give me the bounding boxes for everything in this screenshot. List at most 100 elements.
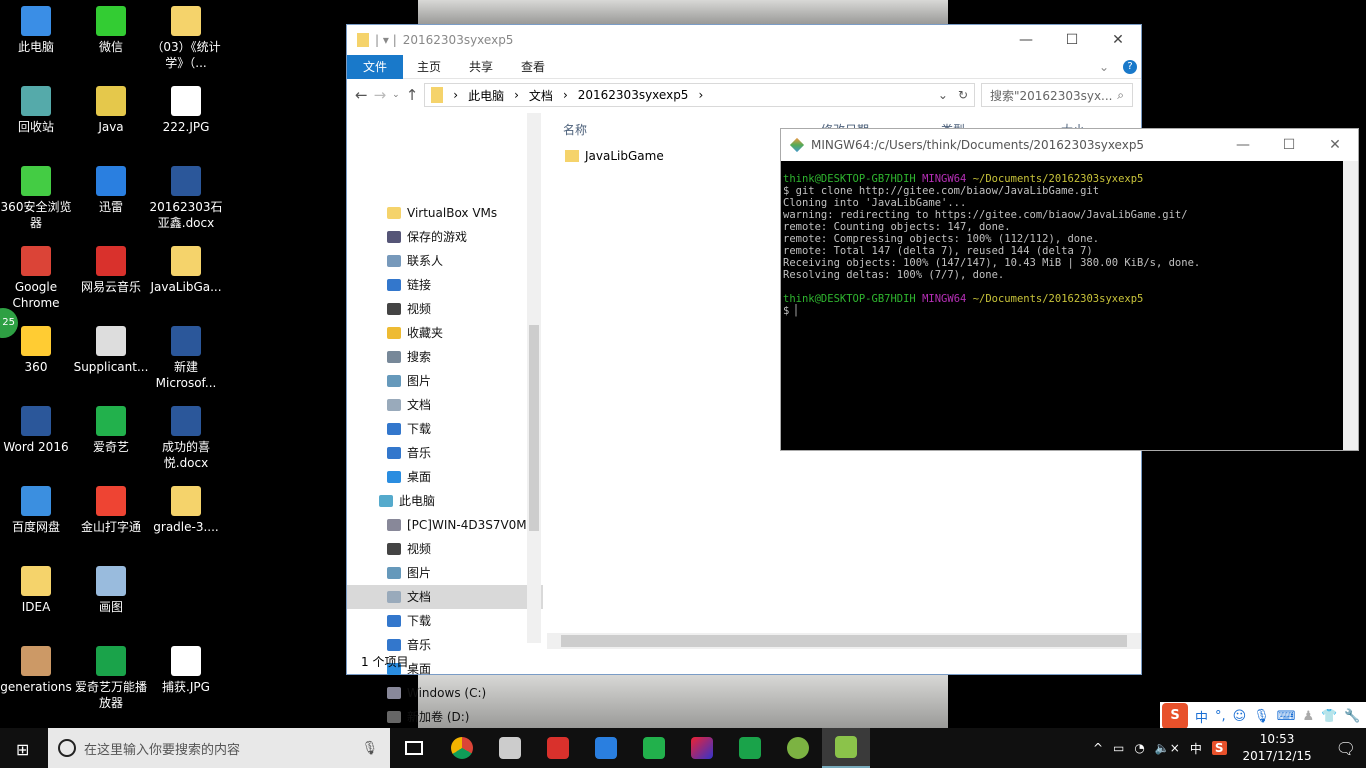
desktop-icon[interactable]: 成功的喜悦.docx xyxy=(148,406,224,471)
desktop-icon[interactable]: 20162303石亚鑫.docx xyxy=(148,166,224,231)
desktop-icon[interactable]: 爱奇艺万能播放器 xyxy=(73,646,149,711)
address-bar[interactable]: › 此电脑 › 文档 › 20162303syxexp5 › ⌄ ↻ xyxy=(424,83,975,107)
nav-item[interactable]: 视频 xyxy=(347,297,543,321)
desktop-icon[interactable]: 回收站 xyxy=(0,86,74,135)
nav-item[interactable]: VirtualBox VMs xyxy=(347,201,543,225)
tab-view[interactable]: 查看 xyxy=(507,55,559,79)
iqiyi-icon[interactable] xyxy=(630,728,678,768)
input-language[interactable]: 中 xyxy=(1190,740,1202,757)
nav-item[interactable]: 图片 xyxy=(347,369,543,393)
minimize-button[interactable]: — xyxy=(1003,25,1049,55)
nav-item[interactable]: 收藏夹 xyxy=(347,321,543,345)
nav-item[interactable]: [PC]WIN-4D3S7V0M xyxy=(347,513,543,537)
nav-item[interactable]: 下载 xyxy=(347,609,543,633)
nav-item[interactable]: 文档 xyxy=(347,393,543,417)
tab-share[interactable]: 共享 xyxy=(455,55,507,79)
desktop-icon[interactable]: Java xyxy=(73,86,149,135)
back-icon[interactable]: ← xyxy=(355,86,368,104)
nav-item[interactable]: 图片 xyxy=(347,561,543,585)
nav-item[interactable]: 下载 xyxy=(347,417,543,441)
nav-item[interactable]: 链接 xyxy=(347,273,543,297)
desktop-icon[interactable]: 新建 Microsof... xyxy=(148,326,224,391)
terminal-scrollbar[interactable] xyxy=(1343,161,1358,450)
emoji-icon[interactable]: ☺ xyxy=(1233,709,1247,724)
nav-item[interactable]: 保存的游戏 xyxy=(347,225,543,249)
desktop-icon[interactable]: 222.JPG xyxy=(148,86,224,135)
expand-ribbon-icon[interactable]: ⌄ xyxy=(1085,55,1123,79)
ime-mode[interactable]: 中 xyxy=(1195,707,1208,726)
desktop-icon[interactable]: （03）《统计学》（... xyxy=(148,6,224,71)
task-view-icon[interactable] xyxy=(390,728,438,768)
nav-item[interactable]: 联系人 xyxy=(347,249,543,273)
desktop-icon[interactable]: 金山打字通 xyxy=(73,486,149,535)
tab-home[interactable]: 主页 xyxy=(403,55,455,79)
clock[interactable]: 10:53 2017/12/15 xyxy=(1237,731,1318,765)
breadcrumb-item[interactable]: 20162303syxexp5 xyxy=(578,88,689,102)
user-icon[interactable]: ♟ xyxy=(1303,709,1315,724)
settings-icon[interactable]: 🔧 xyxy=(1344,709,1360,724)
sogou-icon[interactable]: S xyxy=(1162,703,1188,729)
desktop-icon[interactable]: 此电脑 xyxy=(0,6,74,55)
maximize-button[interactable]: ☐ xyxy=(1049,25,1095,55)
show-hidden-icon[interactable]: ^ xyxy=(1093,741,1103,755)
forward-icon[interactable]: → xyxy=(374,86,387,104)
nav-item[interactable]: 文档 xyxy=(347,585,543,609)
volume-muted-icon[interactable]: 🔈× xyxy=(1155,741,1180,755)
netease-music-icon[interactable] xyxy=(534,728,582,768)
desktop-icon[interactable]: generations xyxy=(0,646,74,695)
desktop-icon[interactable]: Supplicant... xyxy=(73,326,149,375)
nav-item[interactable]: 视频 xyxy=(347,537,543,561)
android-studio-icon[interactable] xyxy=(774,728,822,768)
tab-file[interactable]: 文件 xyxy=(347,54,404,79)
horizontal-scrollbar[interactable] xyxy=(547,633,1141,649)
desktop-icon[interactable]: JavaLibGa... xyxy=(148,246,224,295)
desktop-icon[interactable]: 网易云音乐 xyxy=(73,246,149,295)
search-input[interactable]: 搜索"20162303syx... ⌕ xyxy=(981,83,1133,107)
nav-item[interactable]: 此电脑 xyxy=(347,489,543,513)
recent-icon[interactable]: ⌄ xyxy=(392,90,400,100)
sogou-tray-icon[interactable]: S xyxy=(1211,741,1227,755)
nav-scrollbar[interactable] xyxy=(527,113,541,643)
keyboard-icon[interactable]: ⌨ xyxy=(1277,709,1296,724)
microphone-icon[interactable]: 🎙 xyxy=(1253,709,1270,724)
desktop-icon[interactable]: 微信 xyxy=(73,6,149,55)
battery-icon[interactable]: ▭ xyxy=(1113,741,1124,755)
breadcrumb-item[interactable]: 文档 xyxy=(529,87,553,104)
up-icon[interactable]: ↑ xyxy=(406,86,419,104)
skin-icon[interactable]: 👕 xyxy=(1321,709,1337,724)
start-icon[interactable]: ⊞ xyxy=(16,740,29,759)
git-bash-icon[interactable] xyxy=(822,728,870,768)
minimize-button[interactable]: — xyxy=(1220,129,1266,159)
refresh-icon[interactable]: ↻ xyxy=(958,88,968,102)
desktop-icon[interactable]: IDEA xyxy=(0,566,74,615)
intellij-icon[interactable] xyxy=(678,728,726,768)
desktop-icon[interactable]: 迅雷 xyxy=(73,166,149,215)
desktop-icon[interactable]: 360安全浏览器 xyxy=(0,166,74,231)
desktop-icon[interactable]: 百度网盘 xyxy=(0,486,74,535)
close-button[interactable]: ✕ xyxy=(1312,129,1358,159)
xunlei-icon[interactable] xyxy=(582,728,630,768)
microphone-icon[interactable]: 🎙 xyxy=(361,741,378,756)
desktop-icon[interactable]: 爱奇艺 xyxy=(73,406,149,455)
nav-item[interactable]: 音乐 xyxy=(347,441,543,465)
help-icon[interactable]: ? xyxy=(1123,59,1137,74)
taskbar-search[interactable]: 在这里输入你要搜索的内容 🎙 xyxy=(48,728,390,768)
maximize-button[interactable]: ☐ xyxy=(1266,129,1312,159)
nav-item[interactable]: 搜索 xyxy=(347,345,543,369)
desktop-icon[interactable]: Word 2016 xyxy=(0,406,74,455)
nav-item[interactable]: 新加卷 (D:) xyxy=(347,705,543,729)
desktop-icon[interactable]: Google Chrome xyxy=(0,246,74,311)
terminal-output[interactable]: think@DESKTOP-GB7HDIH MINGW64 ~/Document… xyxy=(781,161,1358,329)
close-button[interactable]: ✕ xyxy=(1095,25,1141,55)
iqiyi-player-icon[interactable] xyxy=(726,728,774,768)
nav-item[interactable]: 桌面 xyxy=(347,465,543,489)
dropdown-icon[interactable]: ⌄ xyxy=(938,88,948,102)
paint-icon[interactable] xyxy=(486,728,534,768)
ime-punct[interactable]: °, xyxy=(1215,709,1226,724)
chrome-icon[interactable] xyxy=(438,728,486,768)
desktop-icon[interactable]: gradle-3.... xyxy=(148,486,224,535)
desktop-icon[interactable]: 捕获.JPG xyxy=(148,646,224,695)
nav-item[interactable]: Windows (C:) xyxy=(347,681,543,705)
notification-icon[interactable]: 🗨 xyxy=(1336,739,1356,758)
breadcrumb-item[interactable]: 此电脑 xyxy=(468,87,504,104)
